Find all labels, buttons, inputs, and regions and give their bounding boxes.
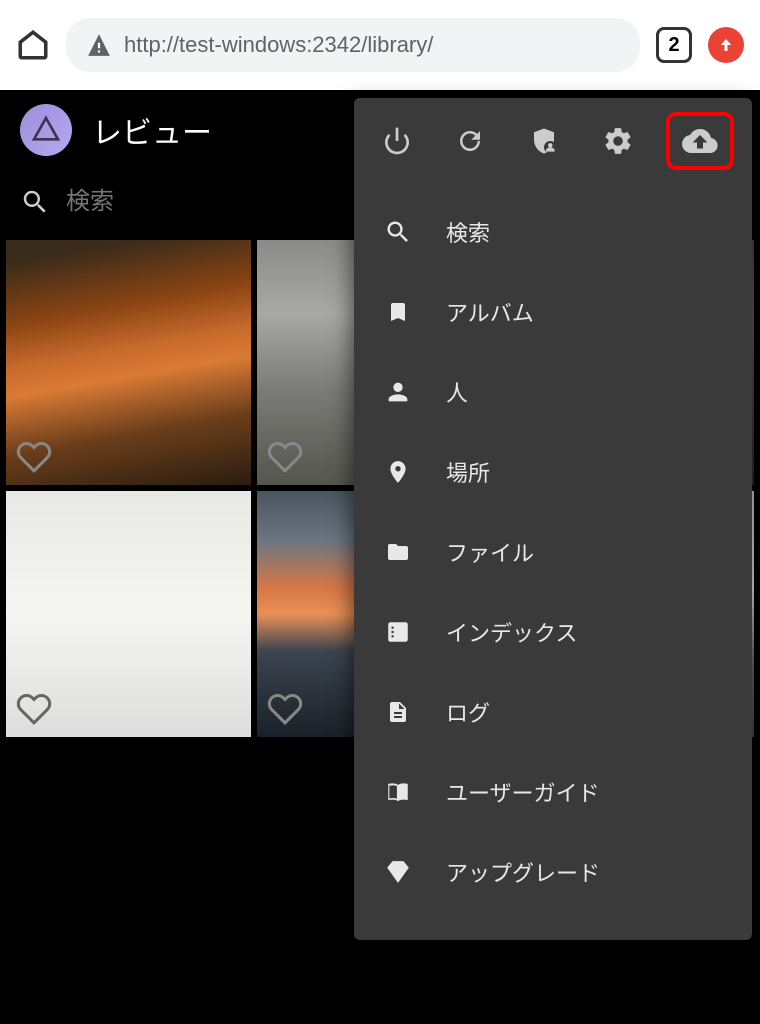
menu-item-label: 場所 <box>446 456 490 488</box>
url-input[interactable]: http://test-windows:2342/library/ <box>66 18 640 72</box>
side-menu-panel: 検索 アルバム 人 場所 ファイル インデックス <box>354 98 752 940</box>
menu-items-list: 検索 アルバム 人 場所 ファイル インデックス <box>354 184 752 920</box>
book-icon <box>383 779 413 805</box>
search-icon <box>384 218 412 246</box>
menu-item-label: ユーザーガイド <box>446 776 600 808</box>
menu-item-index[interactable]: インデックス <box>354 592 752 672</box>
menu-item-guide[interactable]: ユーザーガイド <box>354 752 752 832</box>
menu-item-search[interactable]: 検索 <box>354 192 752 272</box>
browser-address-bar: http://test-windows:2342/library/ 2 <box>0 0 760 90</box>
app-logo[interactable] <box>20 104 72 156</box>
not-secure-icon <box>86 32 112 58</box>
menu-item-label: インデックス <box>446 616 577 648</box>
photo-thumbnail[interactable] <box>6 491 251 736</box>
folder-icon <box>384 540 412 564</box>
gear-icon <box>602 125 634 157</box>
document-icon <box>386 698 410 726</box>
menu-toolbar <box>354 98 752 184</box>
browser-update-icon[interactable] <box>708 27 744 63</box>
heart-icon[interactable] <box>16 439 52 475</box>
shield-person-icon <box>529 126 559 156</box>
menu-item-label: ログ <box>446 696 490 728</box>
refresh-button[interactable] <box>445 116 495 166</box>
menu-item-upgrade[interactable]: アップグレード <box>354 832 752 912</box>
refresh-icon <box>455 126 485 156</box>
heart-icon[interactable] <box>267 691 303 727</box>
power-icon <box>381 125 413 157</box>
menu-item-label: 検索 <box>446 216 490 248</box>
diamond-icon <box>383 859 413 885</box>
page-title: レビュー <box>92 108 212 152</box>
menu-item-label: ファイル <box>446 536 534 568</box>
menu-item-label: アルバム <box>446 296 534 328</box>
url-text: http://test-windows:2342/library/ <box>124 32 433 58</box>
cloud-upload-icon <box>682 123 718 159</box>
power-button[interactable] <box>372 116 422 166</box>
menu-item-albums[interactable]: アルバム <box>354 272 752 352</box>
admin-button[interactable] <box>519 116 569 166</box>
home-icon[interactable] <box>16 28 50 62</box>
menu-item-label: 人 <box>446 376 468 408</box>
menu-item-places[interactable]: 場所 <box>354 432 752 512</box>
menu-item-files[interactable]: ファイル <box>354 512 752 592</box>
heart-icon[interactable] <box>16 691 52 727</box>
heart-icon[interactable] <box>267 439 303 475</box>
settings-button[interactable] <box>593 116 643 166</box>
menu-item-logs[interactable]: ログ <box>354 672 752 752</box>
location-icon <box>385 457 411 487</box>
menu-item-label: アップグレード <box>446 856 600 888</box>
menu-item-people[interactable]: 人 <box>354 352 752 432</box>
photoprism-app: レビュー <box>0 90 760 1024</box>
index-icon <box>384 619 412 645</box>
bookmark-icon <box>386 298 410 326</box>
tab-count-button[interactable]: 2 <box>656 27 692 63</box>
person-icon <box>384 378 412 406</box>
search-icon <box>20 187 50 217</box>
upload-button[interactable] <box>666 112 734 170</box>
photo-thumbnail[interactable] <box>6 240 251 485</box>
